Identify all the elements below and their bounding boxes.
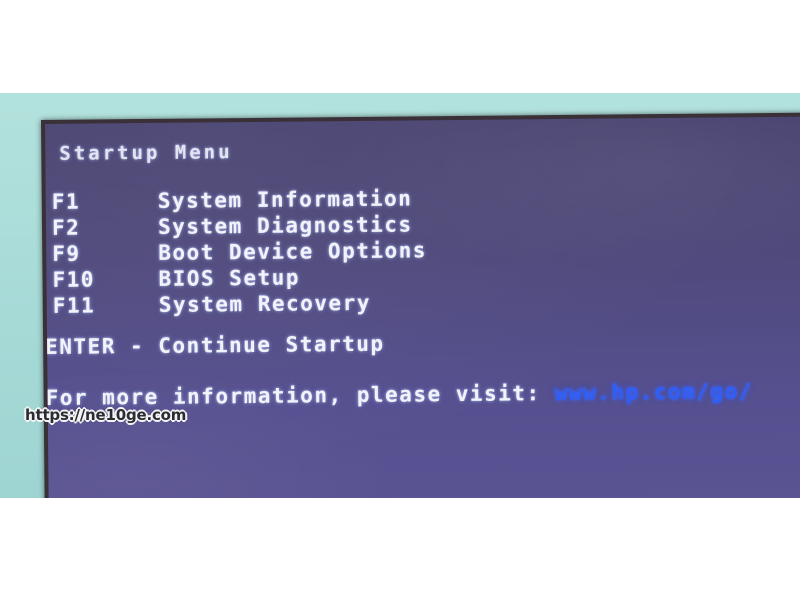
menu-item-label: BIOS Setup <box>158 265 301 291</box>
menu-item-label: System Information <box>157 186 413 213</box>
hp-support-url[interactable]: www.hp.com/go/ <box>555 379 753 405</box>
photo-of-laptop-screen: Startup Menu F1 System Information F2 Sy… <box>0 93 800 498</box>
page-title: Startup Menu <box>59 141 233 165</box>
continue-startup-hint[interactable]: ENTER - Continue Startup <box>45 332 385 359</box>
menu-item-label: System Diagnostics <box>157 212 413 239</box>
laptop-display: Startup Menu F1 System Information F2 Sy… <box>41 112 800 498</box>
menu-item-key: F9 <box>52 241 81 266</box>
bios-startup-menu-screen: Startup Menu F1 System Information F2 Sy… <box>45 116 800 498</box>
menu-item-key: F10 <box>52 267 96 292</box>
menu-item-label: Boot Device Options <box>158 238 428 265</box>
startup-menu-list: F1 System Information F2 System Diagnost… <box>46 182 800 320</box>
watermark: https://ne10ge.com <box>25 406 187 424</box>
menu-item-key: F2 <box>51 215 81 240</box>
menu-item-key: F1 <box>51 189 81 214</box>
menu-item-key: F11 <box>52 293 96 318</box>
menu-item-label: System Recovery <box>158 290 372 317</box>
